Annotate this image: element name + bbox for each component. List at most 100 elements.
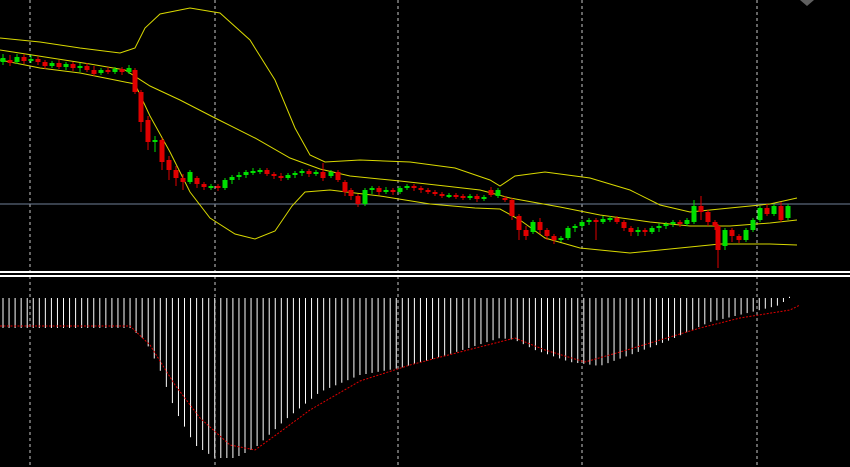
candle-body-bull xyxy=(649,228,655,232)
candle-body-bear xyxy=(105,70,111,72)
candle-body-bear xyxy=(460,196,466,198)
candle-body-bear xyxy=(159,140,165,162)
candle-body-bear xyxy=(523,230,529,236)
candle-body-bear xyxy=(537,222,543,230)
candle-body-bull xyxy=(670,222,676,224)
candle-body-bull xyxy=(229,177,235,180)
separator-line-top xyxy=(0,271,850,273)
candle-body-bear xyxy=(201,184,207,187)
candle-body-bull xyxy=(495,190,501,196)
candle-body-bull xyxy=(63,64,69,67)
candle-body-bear xyxy=(432,192,438,194)
candle-body-bull xyxy=(404,186,410,188)
candle-body-bull xyxy=(208,186,214,188)
candle-body-bear xyxy=(474,196,480,199)
candle-body-bull xyxy=(397,188,403,192)
trading-chart[interactable] xyxy=(0,0,850,467)
candle-body-bull xyxy=(222,180,228,188)
candle-body-bear xyxy=(335,172,341,180)
candle-body-bear xyxy=(698,206,704,212)
candle-body-bear xyxy=(166,160,172,170)
candle-body-bear xyxy=(411,186,417,188)
candle-body-bull xyxy=(558,238,564,240)
candle-body-bull xyxy=(467,196,473,198)
candle-body-bear xyxy=(84,66,90,70)
candle-body-bear xyxy=(264,170,270,174)
candle-body-bull xyxy=(250,171,256,173)
candle-body-bear xyxy=(306,171,312,174)
candle-body-bear xyxy=(35,59,41,62)
candle-body-bull xyxy=(187,172,193,182)
candle-body-bull xyxy=(28,59,34,61)
candle-body-bear xyxy=(712,222,718,226)
candle-body-bear xyxy=(705,212,711,222)
candle-body-bear xyxy=(453,195,459,197)
candle-body-bear xyxy=(215,186,221,188)
candle-body-bull xyxy=(481,197,487,199)
candle-body-bear xyxy=(21,57,27,61)
separator-line-bottom xyxy=(0,275,850,277)
candle-body-bear xyxy=(488,190,494,195)
candle-body-bear xyxy=(736,236,742,240)
candle-body-bull xyxy=(313,172,319,174)
candle-body-bear xyxy=(516,216,522,230)
candle-body-bull xyxy=(722,230,728,246)
candle-body-bull xyxy=(285,175,291,178)
candle-body-bear xyxy=(502,198,508,200)
candle-body-bull xyxy=(565,228,571,238)
candle-body-bear xyxy=(342,182,348,192)
candle-body-bear xyxy=(614,218,620,222)
candle-body-bull xyxy=(446,195,452,197)
candle-body-bear xyxy=(42,62,48,66)
candle-body-bear xyxy=(7,60,13,63)
candle-body-bear xyxy=(729,230,735,236)
candle-body-bull xyxy=(362,190,368,204)
candle-body-bull xyxy=(607,218,613,220)
candle-body-bull xyxy=(236,175,242,177)
candle-body-bear xyxy=(621,222,627,228)
candle-body-bull xyxy=(98,70,104,73)
candle-body-bear xyxy=(271,174,277,176)
candle-body-bull xyxy=(586,220,592,222)
candle-body-bear xyxy=(173,170,179,178)
candle-body-bear xyxy=(390,190,396,192)
candle-body-bull xyxy=(579,222,585,226)
candle-body-bear xyxy=(509,200,515,216)
candle-body-bull xyxy=(743,230,749,240)
candle-body-bear xyxy=(91,70,97,74)
candle-body-bear xyxy=(278,176,284,178)
candle-body-bear xyxy=(348,190,354,196)
candle-body-bear xyxy=(778,206,784,220)
candle-body-bear xyxy=(119,69,125,72)
candle-body-bear xyxy=(145,120,151,142)
candle-body-bull xyxy=(14,57,20,62)
candle-body-bull xyxy=(691,206,697,222)
candle-body-bear xyxy=(194,178,200,184)
candle-body-bear xyxy=(425,190,431,192)
candle-body-bear xyxy=(180,178,186,182)
candle-body-bull xyxy=(635,230,641,232)
candle-body-bull xyxy=(771,206,777,214)
candle-body-bull xyxy=(663,224,669,226)
candle-body-bull xyxy=(112,69,118,72)
candle-body-bear xyxy=(544,230,550,236)
candle-body-bear xyxy=(764,208,770,214)
candle-body-bull xyxy=(299,171,305,173)
candle-body-bull xyxy=(77,66,83,68)
candle-body-bull xyxy=(656,226,662,228)
candle-body-bear xyxy=(642,230,648,232)
candle-body-bull xyxy=(292,173,298,175)
candle-body-bear xyxy=(677,222,683,224)
candle-body-bear xyxy=(439,194,445,196)
candle-body-bear xyxy=(418,188,424,190)
candle-body-bull xyxy=(530,222,536,232)
candle-body-bull xyxy=(152,140,158,142)
candle-body-bull xyxy=(785,206,791,218)
candle-body-bull xyxy=(243,172,249,175)
candle-body-bear xyxy=(376,188,382,192)
candle-body-bull xyxy=(49,63,55,66)
candle-body-bear xyxy=(593,220,599,222)
candle-body-bear xyxy=(715,226,721,250)
candle-body-bull xyxy=(257,170,263,172)
candle-body-bear xyxy=(138,92,144,122)
